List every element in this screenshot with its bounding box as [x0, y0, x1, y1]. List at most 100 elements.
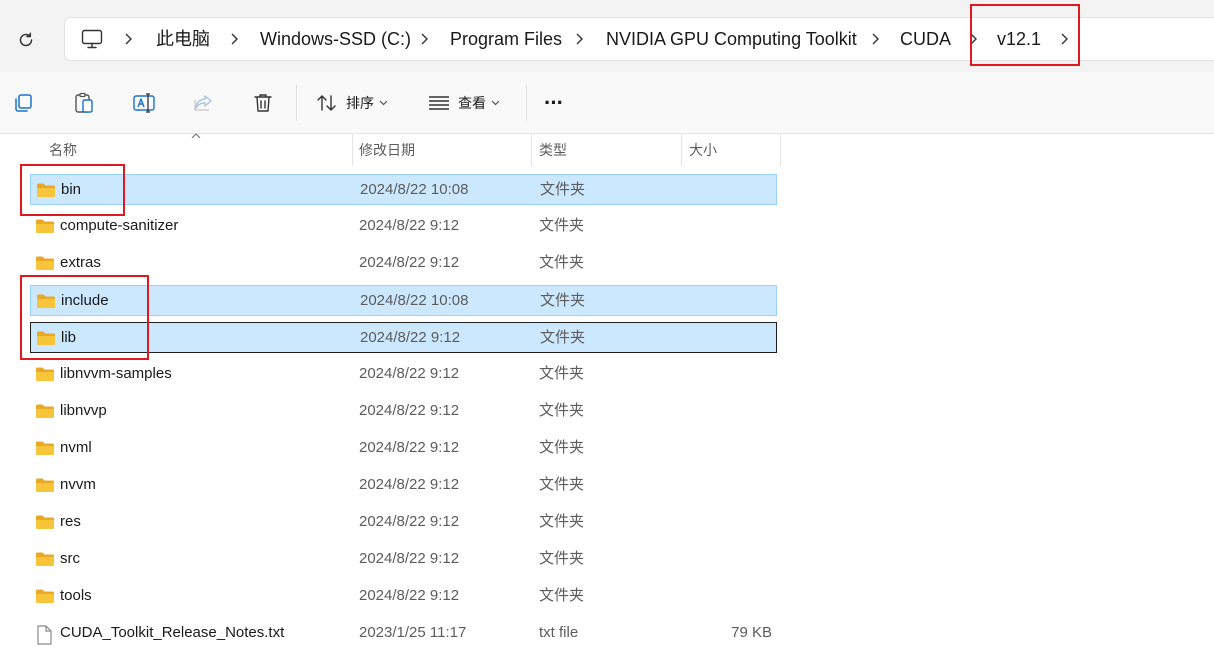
file-modified-date: 2024/8/22 9:12 — [359, 587, 460, 604]
breadcrumb-nvidia-toolkit[interactable]: NVIDIA GPU Computing Toolkit — [606, 18, 857, 60]
breadcrumb-program-files[interactable]: Program Files — [450, 18, 562, 60]
file-modified-date: 2024/8/22 9:12 — [359, 254, 460, 271]
delete-button[interactable] — [252, 89, 274, 117]
file-type: 文件夹 — [539, 476, 585, 493]
breadcrumb-separator-icon[interactable] — [229, 18, 239, 60]
sort-button[interactable]: 排序 — [316, 89, 388, 117]
file-row[interactable]: res 2024/8/22 9:12 文件夹 — [30, 507, 777, 538]
sort-label: 排序 — [346, 95, 374, 111]
copy-icon — [15, 94, 32, 112]
share-button[interactable] — [192, 89, 214, 117]
breadcrumb-separator-icon[interactable] — [123, 18, 133, 60]
breadcrumb-separator-icon[interactable] — [419, 18, 429, 60]
column-divider[interactable] — [352, 134, 353, 166]
folder-icon — [35, 366, 55, 387]
breadcrumb-separator-icon[interactable] — [968, 18, 978, 60]
column-divider[interactable] — [780, 134, 781, 166]
file-size: 79 KB — [731, 624, 772, 641]
list-view-icon — [429, 96, 449, 110]
file-size — [700, 433, 772, 462]
file-size — [700, 581, 772, 610]
folder-icon — [36, 330, 56, 351]
file-size — [700, 470, 772, 499]
text-file-icon — [35, 625, 53, 650]
address-toolbar: 此电脑 Windows-SSD (C:) Program Files NVIDI… — [0, 0, 1214, 72]
file-type: 文件夹 — [539, 550, 585, 567]
file-name: lib — [61, 329, 77, 346]
column-header-type[interactable]: 类型 — [539, 134, 567, 166]
file-size — [700, 359, 772, 388]
breadcrumb-separator-icon[interactable] — [870, 18, 880, 60]
clipboard-icon — [75, 92, 93, 113]
file-modified-date: 2024/8/22 9:12 — [359, 476, 460, 493]
view-button[interactable]: 查看 — [428, 89, 500, 117]
file-row[interactable]: nvvm 2024/8/22 9:12 文件夹 — [30, 470, 777, 501]
toolbar-divider — [296, 85, 297, 121]
file-type: 文件夹 — [539, 439, 585, 456]
file-size — [700, 544, 772, 573]
file-type: 文件夹 — [540, 181, 586, 198]
file-row[interactable]: libnvvp 2024/8/22 9:12 文件夹 — [30, 396, 777, 427]
file-modified-date: 2024/8/22 9:12 — [359, 513, 460, 530]
file-type: 文件夹 — [539, 254, 585, 271]
file-row[interactable]: extras 2024/8/22 9:12 文件夹 — [30, 248, 777, 279]
file-row[interactable]: CUDA_Toolkit_Release_Notes.txt 2023/1/25 … — [30, 618, 777, 649]
column-header-size[interactable]: 大小 — [689, 134, 717, 166]
breadcrumb-separator-icon[interactable] — [574, 18, 584, 60]
file-row[interactable]: bin 2024/8/22 10:08 文件夹 — [30, 174, 777, 205]
refresh-button[interactable] — [12, 26, 40, 54]
sort-ascending-icon — [191, 133, 201, 139]
file-size — [700, 507, 772, 536]
breadcrumb-drive-c[interactable]: Windows-SSD (C:) — [260, 18, 411, 60]
file-modified-date: 2024/8/22 9:12 — [359, 217, 460, 234]
file-size — [701, 175, 773, 204]
folder-icon — [35, 440, 55, 461]
paste-button[interactable] — [72, 89, 96, 117]
folder-icon — [35, 514, 55, 535]
file-size — [700, 396, 772, 425]
breadcrumb-expand-icon[interactable] — [1059, 18, 1069, 60]
file-name: nvvm — [60, 476, 96, 493]
breadcrumb-cuda[interactable]: CUDA — [900, 18, 951, 60]
column-header-name[interactable]: 名称 — [49, 134, 77, 166]
breadcrumb-v12-1[interactable]: v12.1 — [997, 18, 1041, 60]
copy-button[interactable] — [12, 89, 34, 117]
file-row[interactable]: compute-sanitizer 2024/8/22 9:12 文件夹 — [30, 211, 777, 242]
folder-icon — [35, 588, 55, 609]
file-name: tools — [60, 587, 92, 604]
chevron-down-icon — [491, 100, 500, 106]
file-name: CUDA_Toolkit_Release_Notes.txt — [60, 624, 285, 641]
file-size — [700, 211, 772, 240]
file-modified-date: 2024/8/22 9:12 — [359, 550, 460, 567]
file-row[interactable]: nvml 2024/8/22 9:12 文件夹 — [30, 433, 777, 464]
file-row[interactable]: include 2024/8/22 10:08 文件夹 — [30, 285, 777, 316]
file-type: 文件夹 — [539, 365, 585, 382]
toolbar-divider — [526, 85, 527, 121]
column-header-date[interactable]: 修改日期 — [359, 134, 415, 166]
file-name: compute-sanitizer — [60, 217, 179, 234]
breadcrumb-this-pc[interactable]: 此电脑 — [156, 18, 210, 60]
folder-icon — [35, 403, 55, 424]
folder-icon — [36, 293, 56, 314]
this-pc-icon[interactable] — [81, 29, 103, 54]
file-type: 文件夹 — [539, 587, 585, 604]
file-modified-date: 2024/8/22 10:08 — [360, 292, 469, 309]
file-modified-date: 2023/1/25 11:17 — [359, 624, 467, 641]
column-divider[interactable] — [531, 134, 532, 166]
trash-icon — [254, 94, 272, 112]
chevron-down-icon — [379, 100, 388, 106]
file-row[interactable]: libnvvm-samples 2024/8/22 9:12 文件夹 — [30, 359, 777, 390]
file-size — [701, 323, 773, 352]
column-divider[interactable] — [681, 134, 682, 166]
file-row[interactable]: lib 2024/8/22 9:12 文件夹 — [30, 322, 777, 353]
file-size — [700, 248, 772, 277]
folder-icon — [35, 218, 55, 239]
rename-button[interactable] — [132, 89, 156, 117]
file-type: 文件夹 — [539, 513, 585, 530]
file-row[interactable]: src 2024/8/22 9:12 文件夹 — [30, 544, 777, 575]
address-bar[interactable]: 此电脑 Windows-SSD (C:) Program Files NVIDI… — [64, 17, 1214, 61]
file-type: 文件夹 — [540, 292, 586, 309]
file-row[interactable]: tools 2024/8/22 9:12 文件夹 — [30, 581, 777, 612]
file-modified-date: 2024/8/22 10:08 — [360, 181, 469, 198]
more-options-button[interactable]: ··· — [544, 89, 564, 117]
